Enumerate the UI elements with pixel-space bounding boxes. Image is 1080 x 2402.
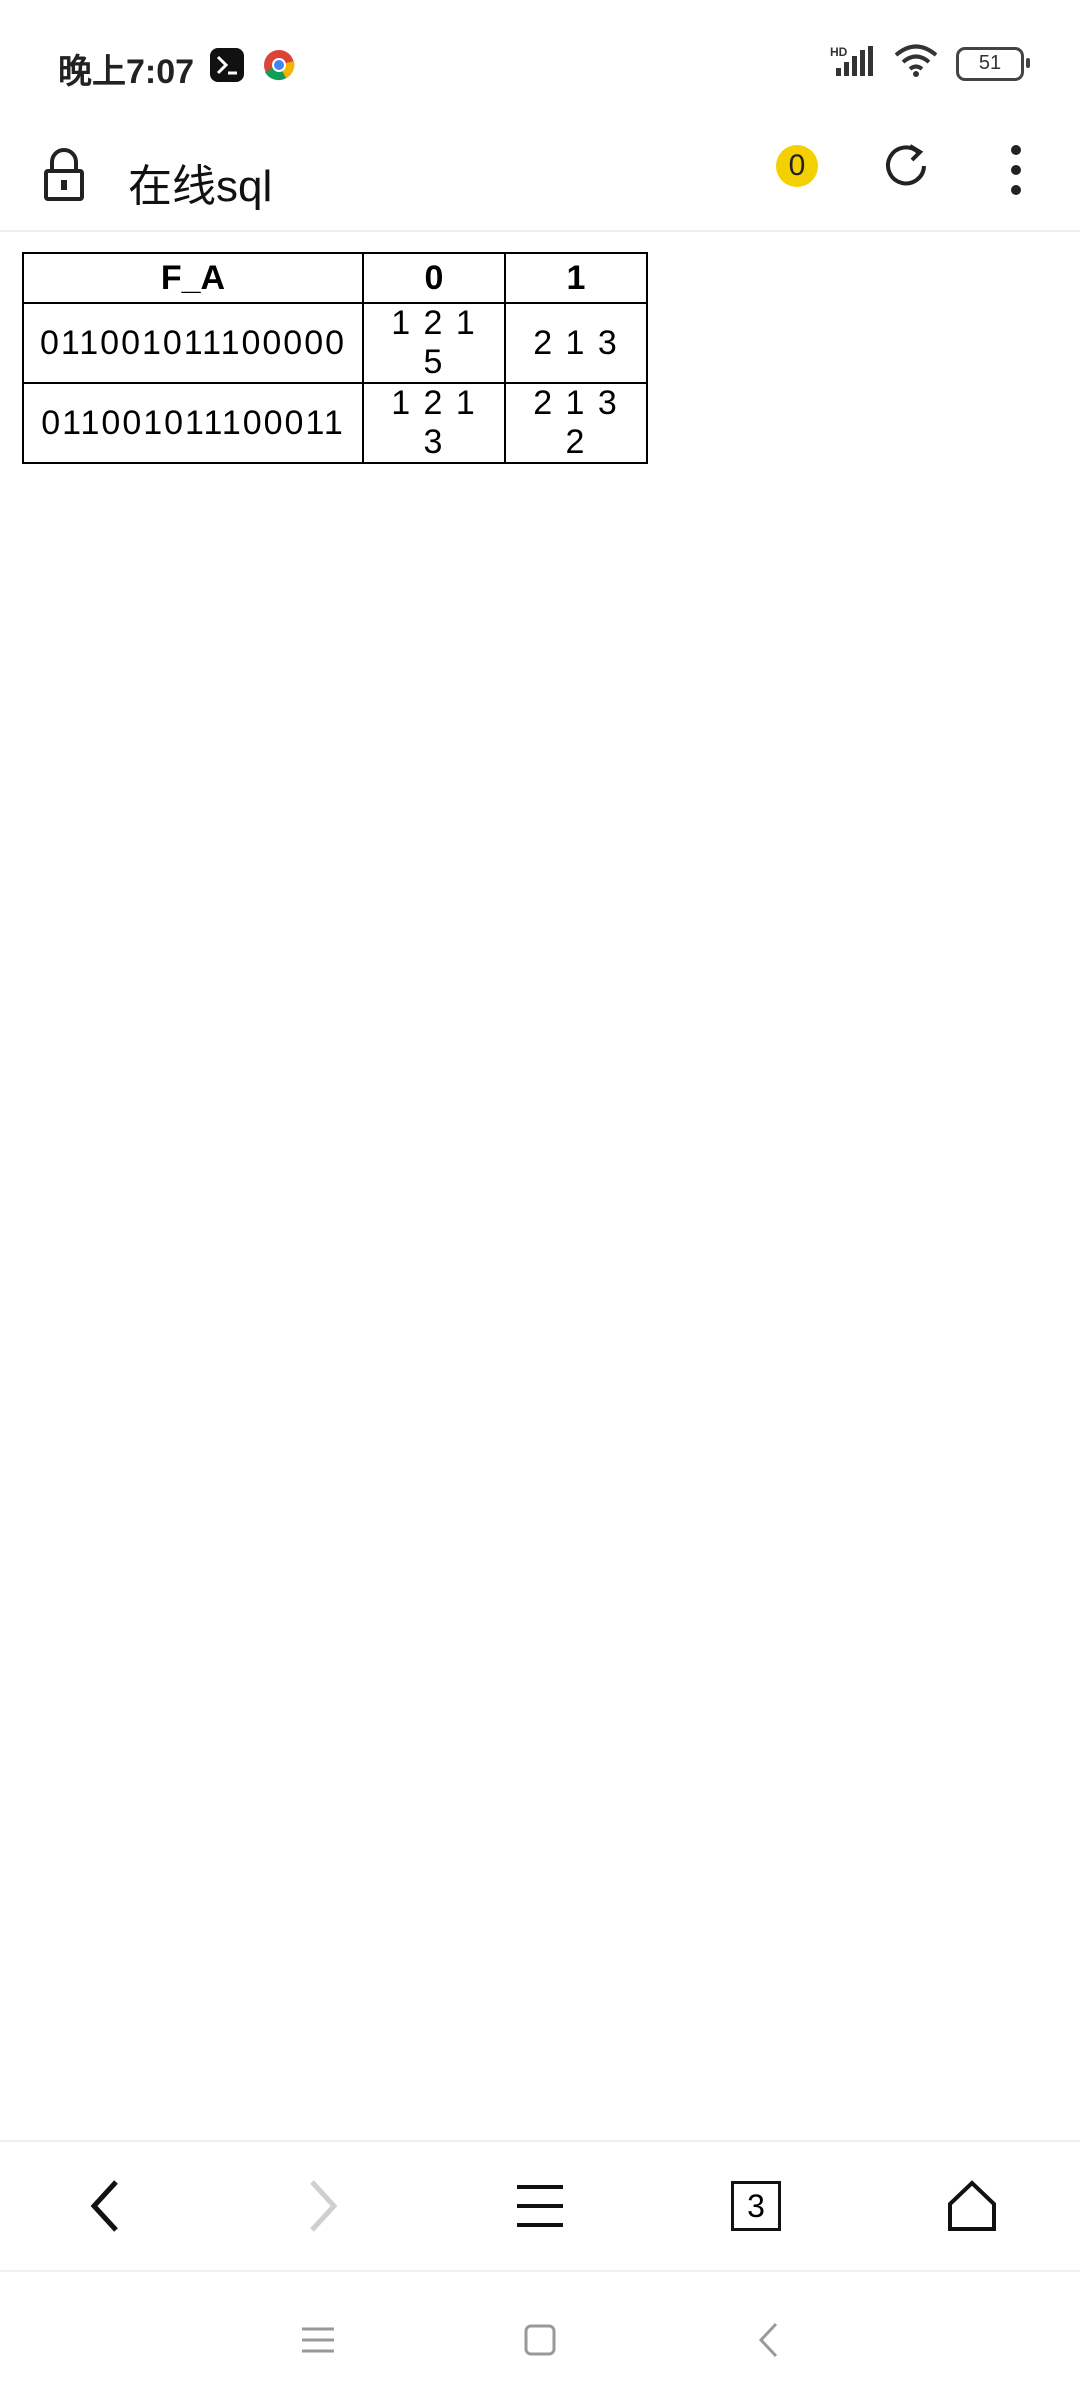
- table-cell: 1 2 1 5: [362, 302, 506, 384]
- table-header-row: F_A 0 1: [22, 252, 648, 304]
- back-nav-button[interactable]: [738, 2310, 798, 2370]
- browser-bottom-toolbar: 3: [0, 2140, 1080, 2270]
- home-icon: [948, 2180, 996, 2231]
- status-bar: 晚上7:07 HD 51: [0, 0, 1080, 120]
- terminal-app-icon: [210, 48, 244, 82]
- table-cell: 2 1 3 2: [504, 382, 648, 464]
- tabs-button[interactable]: 3: [716, 2166, 796, 2246]
- chrome-app-icon: [262, 48, 296, 82]
- recents-icon: [302, 2327, 334, 2353]
- forward-button[interactable]: [282, 2166, 362, 2246]
- home-button[interactable]: [932, 2166, 1012, 2246]
- more-menu-icon[interactable]: [996, 140, 1036, 200]
- table-row: 011001011100011 1 2 1 3 2 1 3 2: [22, 382, 648, 464]
- column-header-1: 1: [504, 252, 648, 304]
- battery-indicator: 51: [956, 46, 1030, 81]
- page-title[interactable]: 在线sql: [128, 150, 272, 214]
- table-cell: 1 2 1 3: [362, 382, 506, 464]
- recents-nav-button[interactable]: [288, 2310, 348, 2370]
- back-button[interactable]: [66, 2166, 146, 2246]
- notification-badge[interactable]: 0: [776, 145, 818, 187]
- table-cell: 011001011100011: [22, 382, 364, 464]
- column-header-0: 0: [362, 252, 506, 304]
- reload-icon[interactable]: [880, 140, 932, 192]
- browser-address-bar: 在线sql 0: [0, 120, 1080, 232]
- cellular-signal-icon: HD: [830, 44, 876, 83]
- home-nav-button[interactable]: [510, 2310, 570, 2370]
- lock-icon[interactable]: [40, 145, 88, 205]
- wifi-icon: [894, 44, 938, 83]
- chevron-left-icon: [90, 2180, 118, 2232]
- square-icon: [524, 2324, 556, 2356]
- hamburger-icon: [517, 2185, 563, 2227]
- tabs-count: 3: [731, 2181, 781, 2231]
- column-header-f-a: F_A: [22, 252, 364, 304]
- table-row: 011001011100000 1 2 1 5 2 1 3: [22, 302, 648, 384]
- status-right-group: HD 51: [830, 44, 1030, 83]
- result-table: F_A 0 1 011001011100000 1 2 1 5 2 1 3 01…: [22, 252, 648, 464]
- status-time: 晚上7:07: [58, 53, 195, 91]
- chevron-right-icon: [310, 2180, 338, 2232]
- table-cell: 2 1 3: [504, 302, 648, 384]
- back-icon: [758, 2322, 778, 2358]
- menu-button[interactable]: [500, 2166, 580, 2246]
- network-type-label: HD: [830, 45, 848, 59]
- system-nav-bar: [0, 2270, 1080, 2402]
- table-cell: 011001011100000: [22, 302, 364, 384]
